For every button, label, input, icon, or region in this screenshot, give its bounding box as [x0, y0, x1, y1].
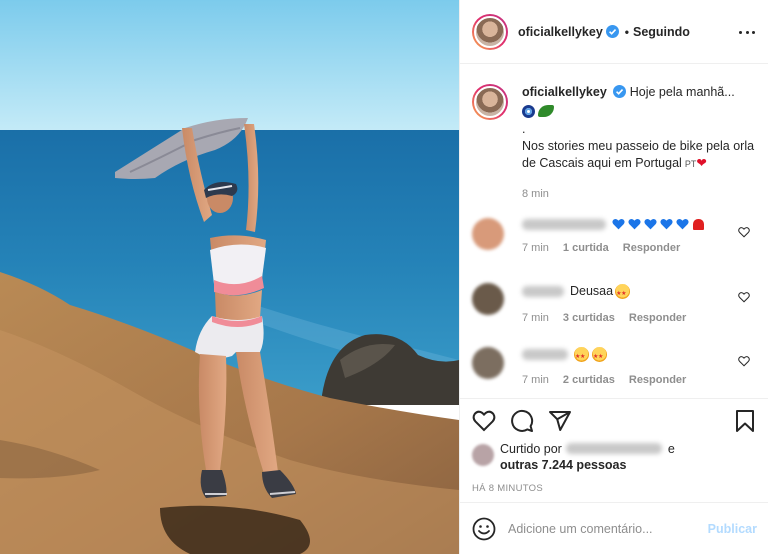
comment-heart-icon[interactable]	[738, 291, 750, 303]
comment-time[interactable]: 7 min	[522, 312, 549, 324]
green-bird-emoji-icon	[538, 105, 554, 117]
likes-connector: e	[667, 442, 675, 456]
commenter-username-blurred[interactable]	[522, 286, 564, 297]
post-age[interactable]: HÁ 8 MINUTOS	[472, 483, 543, 494]
comment-reply-button[interactable]: Responder	[629, 374, 686, 386]
comment-time[interactable]: 7 min	[522, 242, 549, 254]
comment-time[interactable]: 7 min	[522, 374, 549, 386]
caption-text-line1: Hoje pela manhã...	[629, 85, 735, 99]
following-button[interactable]: Seguindo	[633, 25, 690, 39]
commenter-username-blurred[interactable]	[522, 349, 568, 360]
post-photo-image	[0, 0, 459, 554]
liker-avatar[interactable]	[472, 444, 494, 466]
author-avatar[interactable]	[472, 13, 508, 50]
blue-heart-emoji-icon	[612, 218, 625, 230]
likes-summary: Curtido por e outras 7.244 pessoas	[472, 441, 762, 473]
comment-item: Deusaa 7 min 3 curtidas Responder	[472, 283, 762, 324]
more-horizontal-icon[interactable]	[739, 24, 755, 40]
verified-badge-icon	[613, 85, 627, 98]
caption-author-avatar[interactable]	[472, 84, 508, 120]
save-bookmark-icon[interactable]	[733, 409, 757, 433]
comment-likes-count[interactable]: 3 curtidas	[563, 312, 615, 324]
commenter-username-blurred[interactable]	[522, 218, 606, 230]
comment-heart-icon[interactable]	[738, 355, 750, 367]
post-photo[interactable]	[0, 0, 459, 554]
siren-emoji-icon	[693, 218, 704, 230]
blue-heart-emoji-icon	[644, 218, 657, 230]
author-username[interactable]: oficialkellykey	[518, 25, 603, 39]
blue-heart-emoji-icon	[660, 218, 673, 230]
red-heart-emoji-icon: ❤	[696, 156, 707, 170]
post-header: oficialkellykey • Seguindo	[460, 0, 768, 64]
comment-reply-button[interactable]: Responder	[629, 312, 686, 324]
comment-likes-count[interactable]: 1 curtida	[563, 242, 609, 254]
commenter-avatar[interactable]	[472, 283, 504, 315]
star-struck-emoji-icon	[615, 284, 631, 303]
portugal-flag-emoji: PT	[684, 159, 697, 169]
post-caption: oficialkellykey Hoje pela manhã... . Nos…	[472, 84, 762, 203]
commenter-avatar[interactable]	[472, 218, 504, 250]
likes-others-link[interactable]: outras 7.244 pessoas	[500, 458, 626, 472]
verified-badge-icon	[605, 25, 619, 38]
instagram-post-view: oficialkellykey • Seguindo oficialkellyk…	[0, 0, 768, 554]
comment-item: 7 min 2 curtidas Responder	[472, 347, 762, 386]
star-struck-emoji-icon	[574, 347, 589, 366]
liker-username-blurred[interactable]	[565, 443, 662, 454]
comment-reply-button[interactable]: Responder	[623, 242, 680, 254]
caption-text-line3: Nos stories meu passeio de bike pela orl…	[522, 139, 755, 170]
like-heart-icon[interactable]	[472, 409, 496, 433]
add-comment-bar: Adicione um comentário... Publicar	[460, 502, 768, 554]
comment-heart-icon[interactable]	[738, 226, 750, 238]
emoji-smiley-icon[interactable]	[472, 517, 496, 541]
header-separator: •	[624, 24, 629, 39]
comment-bubble-icon[interactable]	[510, 409, 534, 433]
blue-heart-emoji-icon	[676, 218, 689, 230]
likes-prefix: Curtido por	[500, 442, 562, 456]
share-paper-plane-icon[interactable]	[548, 409, 572, 433]
comment-text: Deusaa	[570, 284, 614, 298]
caption-text-line2: .	[522, 122, 526, 136]
comment-likes-count[interactable]: 2 curtidas	[563, 374, 615, 386]
caption-time[interactable]: 8 min	[522, 186, 762, 203]
commenter-avatar[interactable]	[472, 347, 504, 379]
caption-username[interactable]: oficialkellykey	[522, 85, 607, 99]
star-struck-emoji-icon	[592, 347, 607, 366]
comment-input[interactable]: Adicione um comentário...	[508, 522, 708, 536]
publish-button[interactable]: Publicar	[708, 522, 757, 536]
comment-item: 7 min 1 curtida Responder	[472, 218, 762, 254]
blue-heart-emoji-icon	[628, 218, 641, 230]
post-side-panel: oficialkellykey • Seguindo oficialkellyk…	[459, 0, 768, 554]
nazar-eye-emoji-icon	[522, 105, 535, 118]
